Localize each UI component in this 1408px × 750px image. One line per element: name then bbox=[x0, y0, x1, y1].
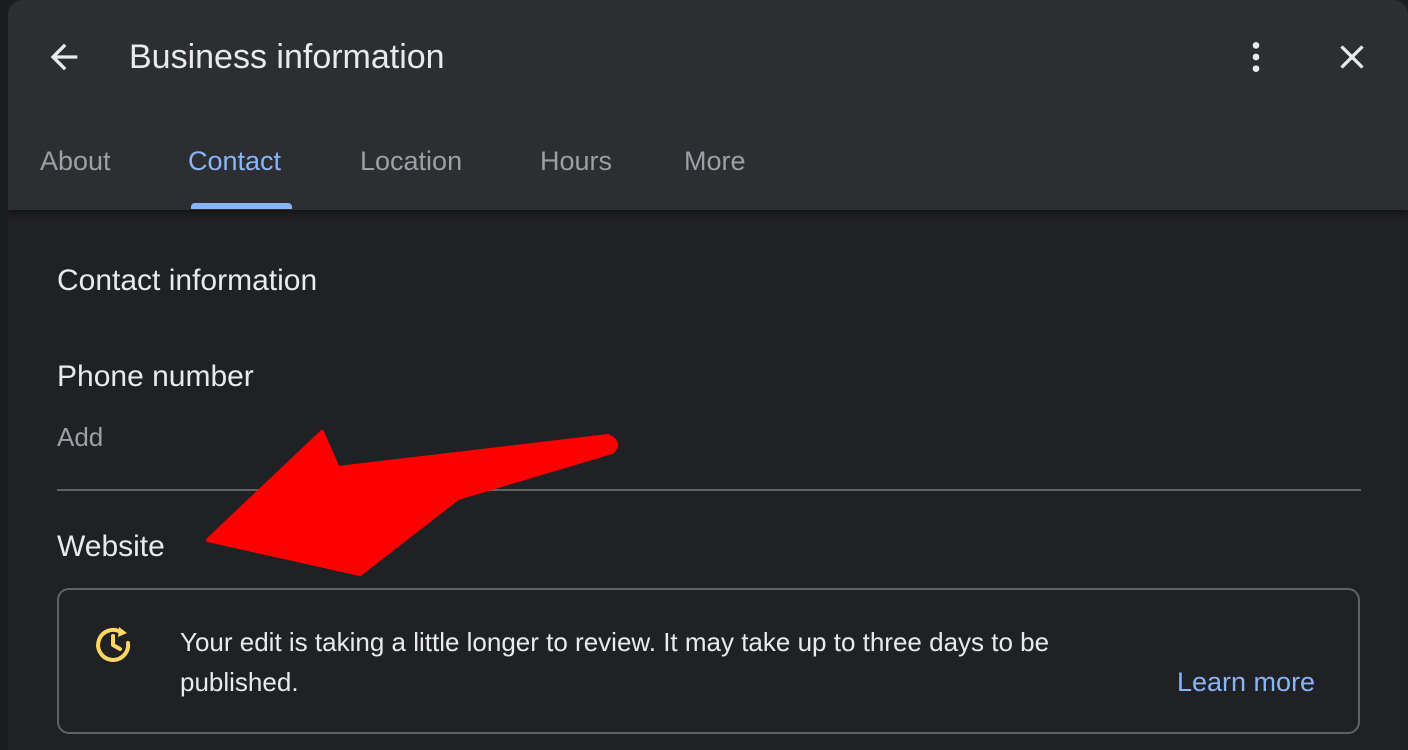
clock-review-icon bbox=[96, 627, 131, 662]
dialog-title: Business information bbox=[129, 38, 445, 76]
tab-hours[interactable]: Hours bbox=[540, 132, 612, 190]
learn-more-link[interactable]: Learn more bbox=[1177, 662, 1315, 702]
tab-more[interactable]: More bbox=[684, 132, 746, 190]
more-options-button[interactable] bbox=[1228, 29, 1284, 85]
add-phone-link[interactable]: Add bbox=[57, 420, 103, 454]
section-title: Contact information bbox=[57, 264, 318, 297]
tab-bar: About Contact Location Hours More bbox=[8, 132, 1408, 210]
active-tab-indicator bbox=[191, 203, 292, 209]
website-label: Website bbox=[57, 530, 165, 563]
contact-panel: Contact information Phone number Add Web… bbox=[8, 210, 1408, 750]
divider bbox=[57, 489, 1361, 491]
tab-contact[interactable]: Contact bbox=[188, 132, 281, 190]
notice-message: Your edit is taking a little longer to r… bbox=[180, 627, 1050, 697]
business-info-dialog: Business information About Contact Locat… bbox=[8, 0, 1408, 750]
dialog-header: Business information About Contact Locat… bbox=[8, 0, 1408, 210]
close-icon bbox=[1340, 45, 1364, 69]
review-notice: Your edit is taking a little longer to r… bbox=[57, 588, 1360, 734]
more-vert-icon bbox=[1252, 42, 1260, 72]
close-button[interactable] bbox=[1324, 29, 1380, 85]
phone-number-label: Phone number bbox=[57, 360, 254, 393]
back-button[interactable] bbox=[36, 29, 92, 85]
arrow-back-icon bbox=[50, 43, 78, 71]
tab-about[interactable]: About bbox=[40, 132, 111, 190]
tab-location[interactable]: Location bbox=[360, 132, 462, 190]
